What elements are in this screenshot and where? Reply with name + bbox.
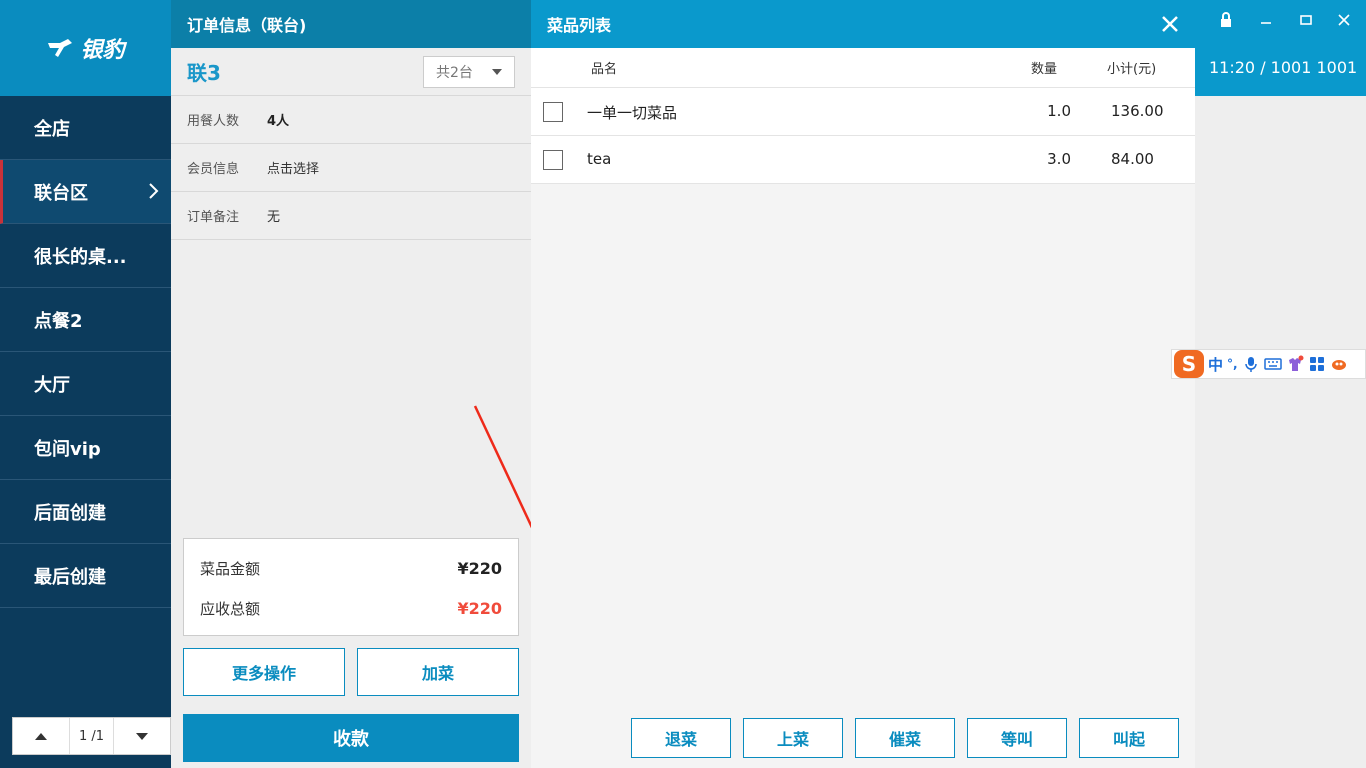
mascot-icon[interactable] — [1330, 355, 1348, 373]
dish-action-bar: 退菜 上菜 催菜 等叫 叫起 — [631, 718, 1179, 758]
dish-list-panel: 菜品列表 品名 数量 小计(元) 一单一切菜品 1.0 136.00 tea 3… — [531, 0, 1195, 768]
sidebar-item-label: 联台区 — [34, 182, 88, 204]
ime-punct-toggle[interactable]: °, — [1227, 357, 1238, 371]
keyboard-icon[interactable] — [1263, 355, 1282, 373]
sidebar-pager: 1 /1 — [12, 717, 171, 755]
sidebar-item-created-later[interactable]: 后面创建 — [0, 480, 171, 544]
close-icon[interactable] — [1159, 13, 1181, 35]
page-down-button[interactable] — [114, 718, 170, 754]
dish-table-header: 品名 数量 小计(元) — [531, 48, 1195, 88]
column-subtotal: 小计(元) — [1107, 62, 1157, 77]
status-bar: 11:20 / 1001 1001 — [1195, 0, 1366, 96]
sidebar-item-joint-area[interactable]: 联台区 — [0, 160, 171, 224]
return-dish-button[interactable]: 退菜 — [631, 718, 731, 758]
toolbox-icon[interactable] — [1308, 355, 1326, 373]
diners-row[interactable]: 用餐人数 4人 — [171, 96, 531, 144]
minimize-icon[interactable] — [1257, 11, 1275, 29]
sidebar-item-all[interactable]: 全店 — [0, 96, 171, 160]
area-list: 全店 联台区 很长的桌... 点餐2 大厅 包间vip 后面创建 最后创建 — [0, 96, 171, 608]
order-panel: 订单信息（联台) 联3 共2台 用餐人数 4人 会员信息 点击选择 订单备注 无… — [171, 0, 601, 768]
receivable-row: 应收总额 ¥220 — [200, 588, 502, 628]
arrow-down-icon — [136, 732, 148, 740]
serve-dish-button[interactable]: 上菜 — [743, 718, 843, 758]
close-window-icon[interactable] — [1335, 11, 1353, 29]
dish-list-title: 菜品列表 — [547, 16, 612, 35]
receivable-value: ¥220 — [457, 598, 502, 618]
diners-value: 4人 — [267, 114, 290, 129]
sidebar-item-label: 很长的桌... — [34, 246, 127, 268]
skin-icon[interactable] — [1286, 355, 1304, 373]
sidebar-item-label: 后面创建 — [34, 502, 106, 524]
member-row[interactable]: 会员信息 点击选择 — [171, 144, 531, 192]
receivable-label: 应收总额 — [200, 599, 261, 618]
table-name: 联3 — [187, 61, 221, 85]
member-value: 点击选择 — [267, 162, 320, 177]
sidebar-item-label: 包间vip — [34, 438, 101, 460]
table-row: 联3 共2台 — [171, 48, 531, 96]
more-actions-button[interactable]: 更多操作 — [183, 648, 345, 696]
leopard-logo-icon — [48, 39, 73, 57]
wait-call-button[interactable]: 等叫 — [967, 718, 1067, 758]
column-qty: 数量 — [1031, 62, 1058, 77]
maximize-icon[interactable] — [1297, 11, 1315, 29]
ime-mode-toggle[interactable]: 中 — [1208, 354, 1223, 375]
background-panel: 11:20 / 1001 1001 — [1195, 0, 1366, 768]
diners-label: 用餐人数 — [187, 114, 240, 129]
order-header: 订单信息（联台) — [171, 0, 531, 48]
sidebar-item-hall[interactable]: 大厅 — [0, 352, 171, 416]
sidebar-item-label: 全店 — [34, 118, 70, 140]
dish-name: 一单一切菜品 — [587, 104, 678, 122]
rush-dish-button[interactable]: 催菜 — [855, 718, 955, 758]
dish-amount-row: 菜品金额 ¥220 — [200, 548, 502, 588]
sidebar-item-label: 大厅 — [34, 374, 70, 396]
dish-amount-label: 菜品金额 — [200, 559, 261, 578]
table-row[interactable]: tea 3.0 84.00 — [531, 136, 1195, 184]
microphone-icon[interactable] — [1242, 355, 1260, 373]
sidebar-item-label: 点餐2 — [34, 310, 83, 332]
sidebar-item-vip-room[interactable]: 包间vip — [0, 416, 171, 480]
dish-qty: 3.0 — [1047, 150, 1071, 168]
sidebar-item-created-last[interactable]: 最后创建 — [0, 544, 171, 608]
lock-icon[interactable] — [1217, 11, 1235, 29]
dish-name: tea — [587, 150, 612, 168]
amount-summary: 菜品金额 ¥220 应收总额 ¥220 — [183, 538, 519, 636]
add-dish-button[interactable]: 加菜 — [357, 648, 519, 696]
time-and-user: 11:20 / 1001 1001 — [1209, 58, 1358, 77]
dish-subtotal: 136.00 — [1111, 102, 1164, 120]
sidebar-item-order2[interactable]: 点餐2 — [0, 288, 171, 352]
table-count-label: 共2台 — [436, 64, 473, 81]
dish-checkbox[interactable] — [543, 150, 563, 170]
brand-name: 银豹 — [80, 38, 125, 63]
member-label: 会员信息 — [187, 162, 240, 177]
ime-toolbar: S 中 °, — [1171, 349, 1366, 379]
remark-value: 无 — [267, 210, 281, 225]
page-up-button[interactable] — [13, 718, 69, 754]
remark-row[interactable]: 订单备注 无 — [171, 192, 531, 240]
table-row[interactable]: 一单一切菜品 1.0 136.00 — [531, 88, 1195, 136]
chevron-right-icon — [149, 183, 159, 199]
dish-checkbox[interactable] — [543, 102, 563, 122]
arrow-up-icon — [35, 732, 47, 740]
page-indicator: 1 /1 — [69, 718, 114, 754]
remark-label: 订单备注 — [187, 210, 240, 225]
pay-button[interactable]: 收款 — [183, 714, 519, 762]
sidebar-item-label: 最后创建 — [34, 566, 106, 588]
dish-list-header: 菜品列表 — [531, 0, 1195, 48]
start-cooking-button[interactable]: 叫起 — [1079, 718, 1179, 758]
sidebar: 银豹 全店 联台区 很长的桌... 点餐2 大厅 包间vip 后面创建 最后创建… — [0, 0, 171, 768]
caret-down-icon — [492, 68, 502, 75]
dish-qty: 1.0 — [1047, 102, 1071, 120]
dish-amount-value: ¥220 — [457, 558, 502, 578]
column-name: 品名 — [591, 62, 618, 77]
table-count-dropdown[interactable]: 共2台 — [423, 55, 515, 88]
brand-logo: 银豹 — [0, 0, 171, 96]
dish-subtotal: 84.00 — [1111, 150, 1154, 168]
sidebar-item-long-table[interactable]: 很长的桌... — [0, 224, 171, 288]
sogou-logo-icon[interactable]: S — [1174, 350, 1204, 378]
